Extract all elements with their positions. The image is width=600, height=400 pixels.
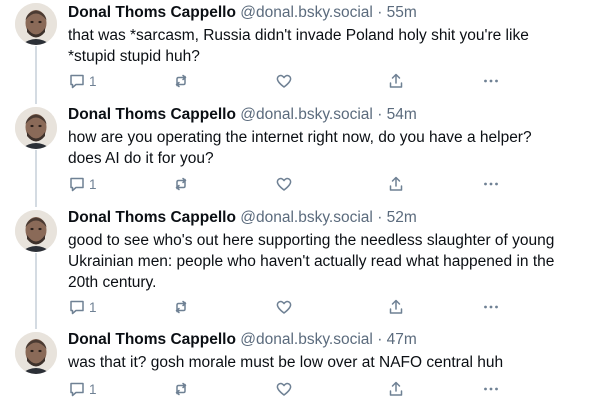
post-timestamp[interactable]: 47m [387,331,417,348]
like-button[interactable] [275,297,293,317]
avatar-image [15,332,57,374]
post-text-line: does AI do it for you? [68,150,214,167]
author-handle[interactable]: @donal.bsky.social [240,106,373,123]
reply-button[interactable]: 1 [68,174,97,194]
reply-count: 1 [89,381,97,397]
share-icon [387,175,405,193]
reply-icon [68,298,86,316]
share-button[interactable] [387,379,405,399]
post-timestamp[interactable]: 55m [387,4,417,21]
reply-count: 1 [89,299,97,315]
like-button[interactable] [275,379,293,399]
reply-button[interactable]: 1 [68,297,97,317]
more-options-button[interactable] [482,71,500,91]
more-options-icon [482,72,500,90]
reply-count: 1 [89,176,97,192]
more-options-button[interactable] [482,174,500,194]
post[interactable]: Donal Thoms Cappello @donal.bsky.social … [0,104,600,207]
heart-icon [275,175,293,193]
author-name[interactable]: Donal Thoms Cappello [68,209,236,226]
share-button[interactable] [387,71,405,91]
more-options-icon [482,298,500,316]
author-handle[interactable]: @donal.bsky.social [240,209,373,226]
post-timestamp[interactable]: 52m [387,209,417,226]
share-button[interactable] [387,297,405,317]
reply-icon [68,72,86,90]
reply-count: 1 [89,73,97,89]
post-header: Donal Thoms Cappello @donal.bsky.social … [68,208,592,228]
reply-button[interactable]: 1 [68,379,97,399]
repost-icon [172,380,190,398]
share-icon [387,380,405,398]
thread-line [35,150,37,207]
author-name[interactable]: Donal Thoms Cappello [68,4,236,21]
post-thread: Donal Thoms Cappello @donal.bsky.social … [0,0,600,400]
more-options-button[interactable] [482,297,500,317]
post-text-line: 20th century. [68,274,157,291]
repost-button[interactable] [172,174,190,194]
post-header: Donal Thoms Cappello @donal.bsky.social … [68,3,592,23]
thread-line [35,46,37,104]
post-actions: 1 [68,297,508,317]
repost-button[interactable] [172,379,190,399]
post-text: that was *sarcasm, Russia didn't invade … [68,25,592,67]
post-text-line: that was *sarcasm, Russia didn't invade … [68,27,529,44]
more-options-button[interactable] [482,379,500,399]
post[interactable]: Donal Thoms Cappello @donal.bsky.social … [0,207,600,329]
post-text-line: was that it? gosh morale must be low ove… [68,354,504,371]
post[interactable]: Donal Thoms Cappello @donal.bsky.social … [0,0,600,104]
post-text-line: Ukrainian men: people who haven't actual… [68,253,555,270]
separator-dot: · [377,209,383,226]
post-text-line: how are you operating the internet right… [68,129,532,146]
author-handle[interactable]: @donal.bsky.social [240,331,373,348]
share-button[interactable] [387,174,405,194]
share-icon [387,72,405,90]
post-text-line: good to see who's out here supporting th… [68,232,555,249]
avatar-image [15,210,57,252]
post[interactable]: Donal Thoms Cappello @donal.bsky.social … [0,329,600,400]
post-text: good to see who's out here supporting th… [68,230,592,293]
heart-icon [275,72,293,90]
repost-button[interactable] [172,297,190,317]
author-name[interactable]: Donal Thoms Cappello [68,106,236,123]
avatar[interactable] [15,332,57,374]
author-name[interactable]: Donal Thoms Cappello [68,331,236,348]
avatar-image [15,107,57,149]
separator-dot: · [377,106,383,123]
post-text: was that it? gosh morale must be low ove… [68,352,592,373]
post-actions: 1 [68,174,508,194]
like-button[interactable] [275,174,293,194]
repost-button[interactable] [172,71,190,91]
post-text: how are you operating the internet right… [68,127,592,169]
post-text-line: *stupid stupid huh? [68,48,200,65]
thread-line [35,253,37,329]
like-button[interactable] [275,71,293,91]
separator-dot: · [377,4,383,21]
heart-icon [275,380,293,398]
more-options-icon [482,380,500,398]
post-header: Donal Thoms Cappello @donal.bsky.social … [68,105,592,125]
avatar[interactable] [15,107,57,149]
avatar-image [15,3,57,45]
more-options-icon [482,175,500,193]
share-icon [387,298,405,316]
reply-icon [68,380,86,398]
post-timestamp[interactable]: 54m [387,106,417,123]
author-handle[interactable]: @donal.bsky.social [240,4,373,21]
post-header: Donal Thoms Cappello @donal.bsky.social … [68,330,592,350]
reply-icon [68,175,86,193]
post-actions: 1 [68,71,508,91]
heart-icon [275,298,293,316]
repost-icon [172,72,190,90]
separator-dot: · [377,331,383,348]
post-actions: 1 [68,379,508,399]
repost-icon [172,298,190,316]
avatar[interactable] [15,210,57,252]
reply-button[interactable]: 1 [68,71,97,91]
avatar[interactable] [15,3,57,45]
repost-icon [172,175,190,193]
